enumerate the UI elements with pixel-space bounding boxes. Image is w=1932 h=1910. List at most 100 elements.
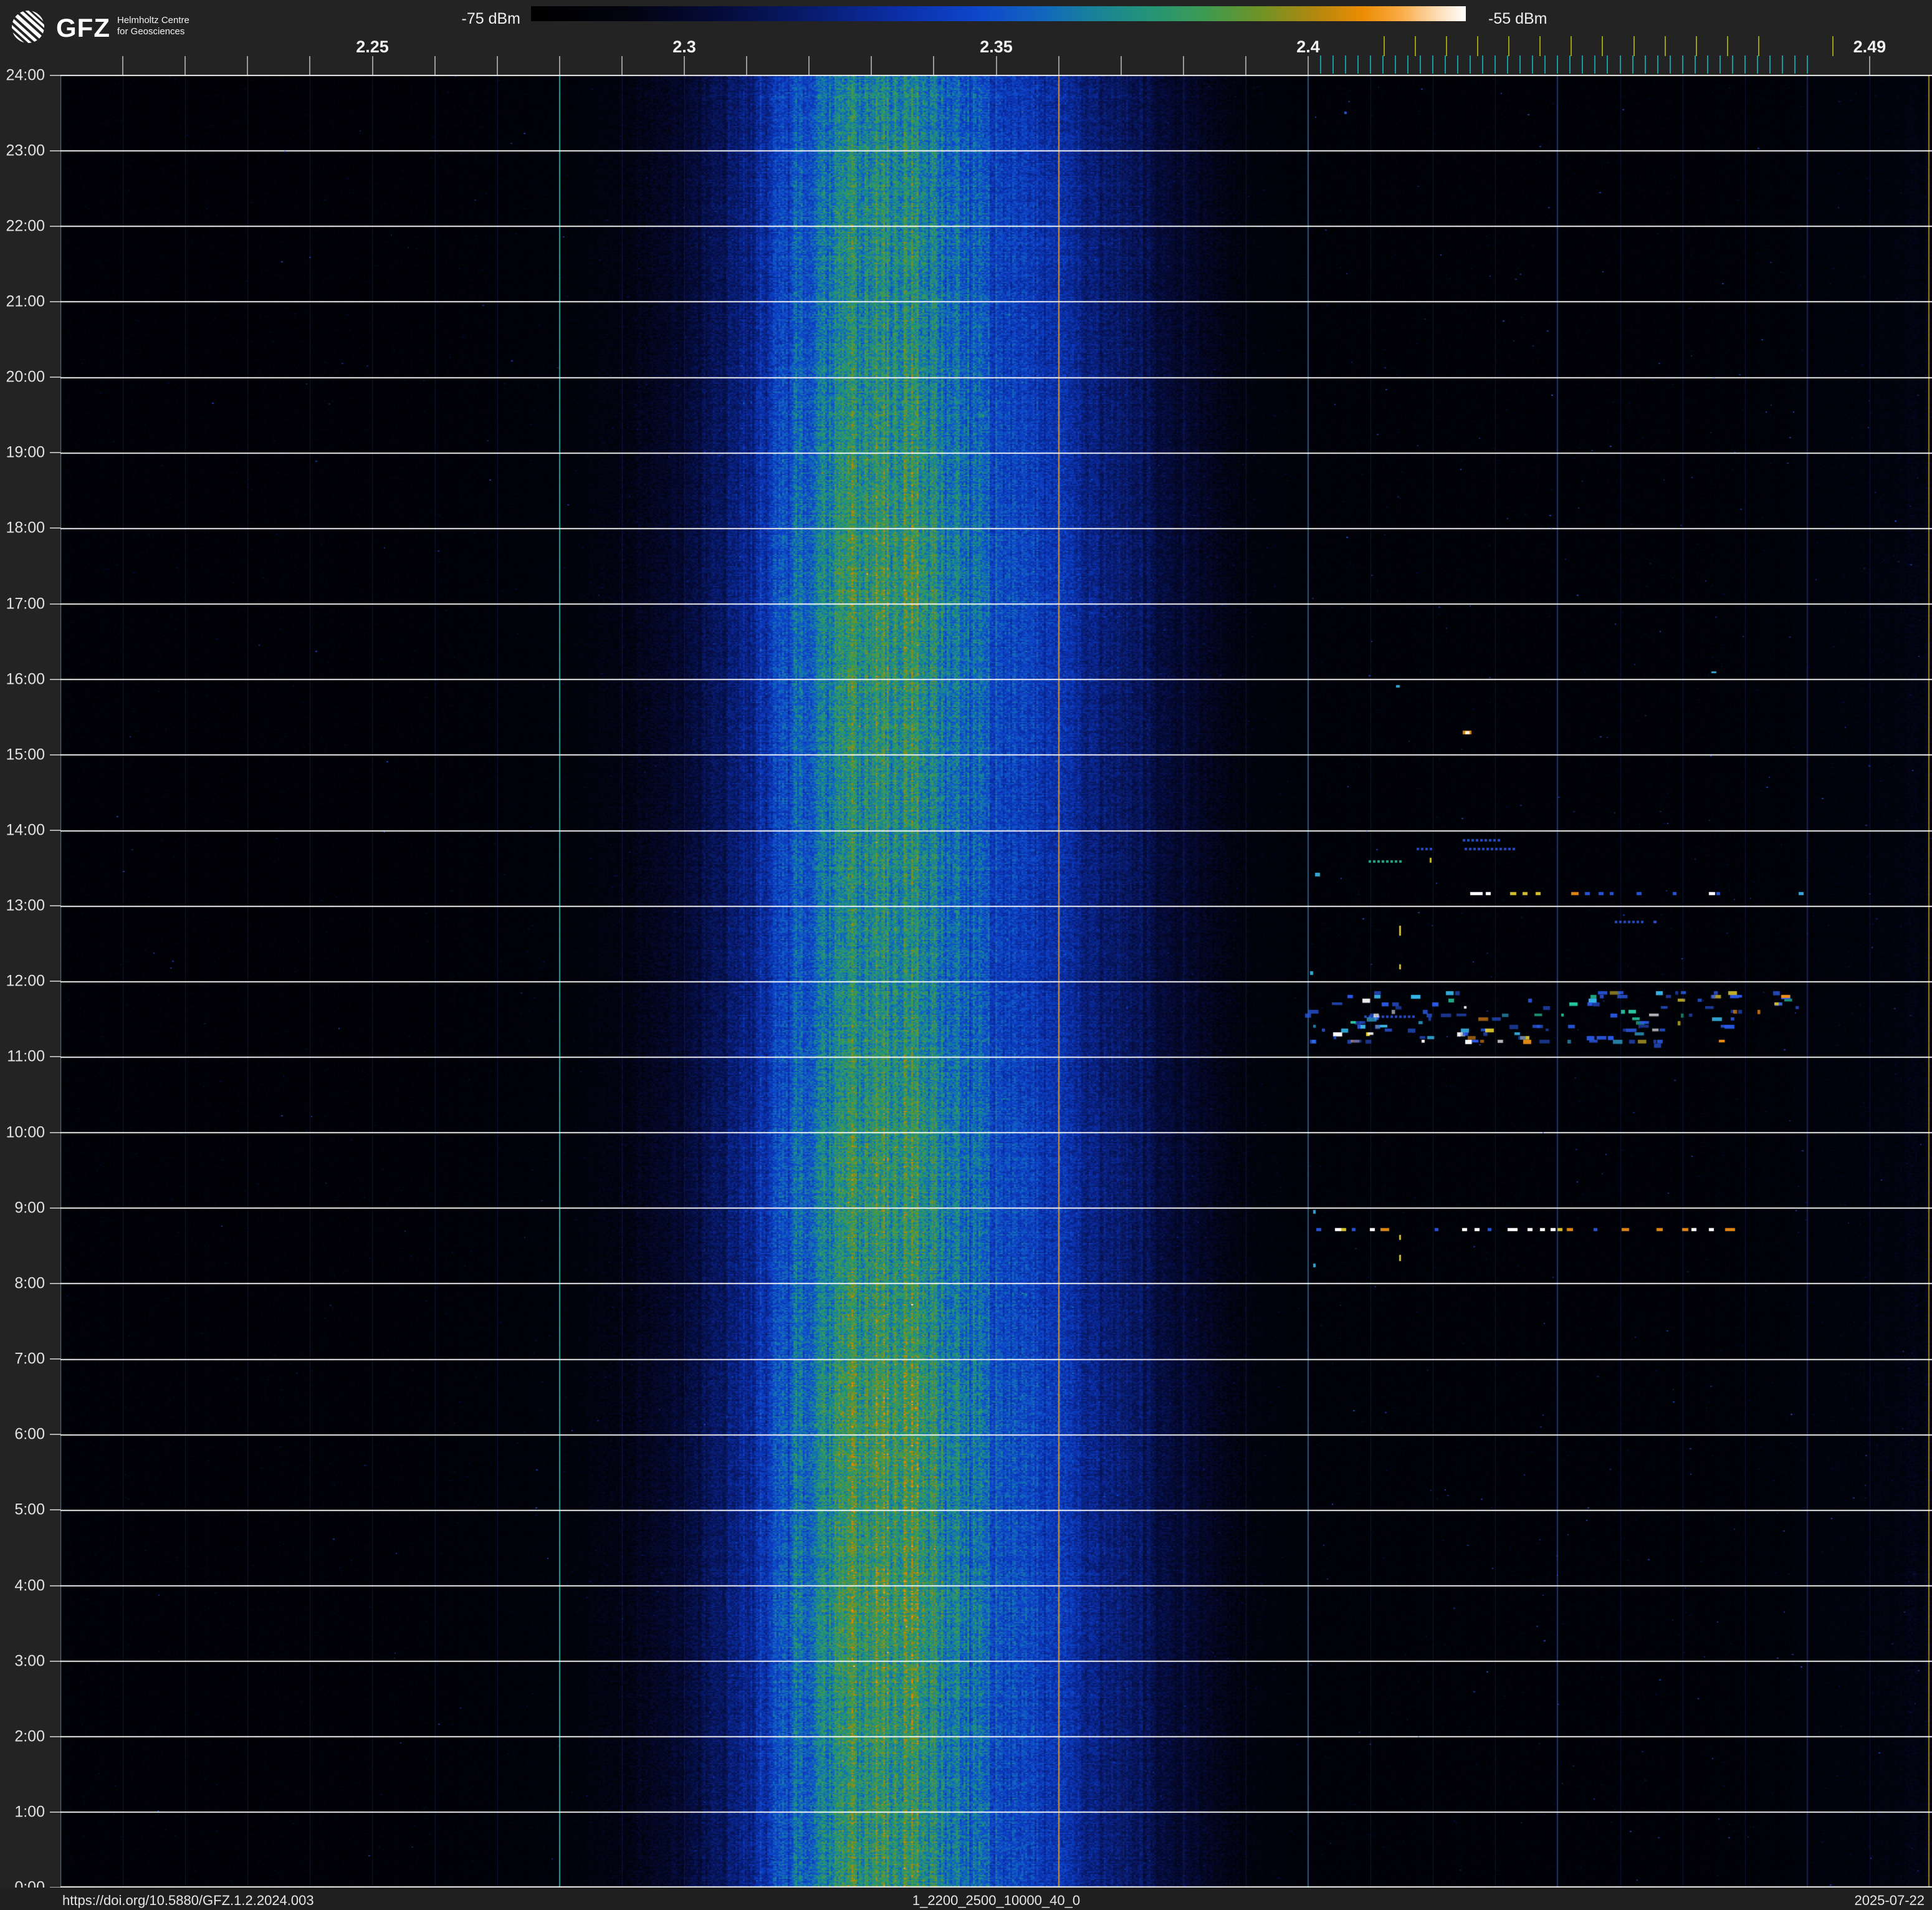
channel-tick-cyan [1557, 55, 1559, 74]
freq-minor-tick [434, 56, 436, 75]
time-tick [50, 905, 60, 907]
channel-tick-cyan [1382, 55, 1384, 74]
channel-tick-yellow [1726, 36, 1728, 56]
time-tick-label: 13:00 [6, 896, 45, 914]
time-tick [50, 1056, 60, 1058]
time-tick [50, 150, 60, 151]
freq-minor-tick [808, 56, 810, 75]
freq-minor-tick [184, 56, 186, 75]
channel-tick-cyan [1794, 55, 1796, 74]
channel-tick-cyan [1482, 55, 1484, 74]
freq-tick-label: 2.25 [356, 37, 389, 56]
channel-tick-cyan [1681, 55, 1683, 74]
freq-minor-tick [1868, 56, 1870, 75]
time-tick [50, 1282, 60, 1284]
time-tick-label: 14:00 [6, 821, 45, 839]
channel-tick-cyan [1569, 55, 1571, 74]
time-tick [50, 754, 60, 756]
time-tick-label: 22:00 [6, 217, 45, 235]
freq-minor-tick [247, 56, 249, 75]
channel-tick-yellow [1664, 36, 1666, 56]
channel-tick-cyan [1806, 55, 1808, 74]
channel-tick-cyan [1619, 55, 1621, 74]
time-tick-label: 6:00 [14, 1425, 45, 1443]
channel-tick-cyan [1756, 55, 1758, 74]
time-tick [50, 74, 60, 76]
channel-tick-yellow [1384, 36, 1385, 56]
time-tick [50, 1735, 60, 1737]
time-tick-label: 20:00 [6, 368, 45, 386]
time-tick-label: 2:00 [14, 1727, 45, 1745]
time-tick-label: 7:00 [14, 1350, 45, 1368]
channel-tick-cyan [1719, 55, 1721, 74]
channel-tick-cyan [1357, 55, 1359, 74]
channel-tick-cyan [1494, 55, 1496, 74]
channel-tick-cyan [1332, 55, 1334, 74]
time-tick-label: 3:00 [14, 1652, 45, 1670]
gfz-subtitle: Helmholtz Centre for Geosciences [117, 15, 189, 37]
channel-tick-cyan [1345, 55, 1347, 74]
freq-tick-label: 2.35 [980, 37, 1013, 56]
channel-tick-cyan [1507, 55, 1509, 74]
channel-tick-cyan [1470, 55, 1471, 74]
freq-minor-tick [621, 56, 623, 75]
time-tick [50, 225, 60, 227]
time-tick-label: 1:00 [14, 1803, 45, 1821]
channel-tick-cyan [1445, 55, 1447, 74]
time-tick-label: 24:00 [6, 66, 45, 84]
time-tick [50, 300, 60, 302]
time-tick-label: 18:00 [6, 519, 45, 537]
channel-tick-yellow [1508, 36, 1510, 56]
channel-tick-cyan [1632, 55, 1633, 74]
footer: https://doi.org/10.5880/GFZ.1.2.2024.003… [0, 1888, 1932, 1910]
freq-minor-tick [871, 56, 873, 75]
time-tick [50, 452, 60, 454]
spectrogram-page: { "header": { "logo": { "brand": "GFZ", … [0, 0, 1932, 1910]
time-tick-label: 19:00 [6, 443, 45, 461]
gfz-logo: GFZ Helmholtz Centre for Geosciences [9, 7, 208, 45]
channel-tick-cyan [1744, 55, 1746, 74]
time-tick [50, 377, 60, 378]
spectrogram-plot [60, 75, 1932, 1888]
time-tick-label: 8:00 [14, 1274, 45, 1292]
channel-tick-cyan [1395, 55, 1397, 74]
time-tick-label: 12:00 [6, 972, 45, 990]
time-tick [50, 1660, 60, 1662]
channel-tick-cyan [1407, 55, 1409, 74]
time-tick [50, 1585, 60, 1586]
gfz-brand-text: GFZ [56, 13, 110, 42]
date-label: 2025-07-22 [1854, 1893, 1925, 1908]
channel-tick-yellow [1446, 36, 1448, 56]
channel-tick-cyan [1694, 55, 1696, 74]
time-tick-label: 11:00 [7, 1047, 45, 1065]
channel-tick-cyan [1544, 55, 1546, 74]
gfz-globe-icon [12, 11, 44, 43]
time-tick-label: 23:00 [6, 142, 45, 160]
channel-tick-cyan [1781, 55, 1783, 74]
channel-tick-yellow [1477, 36, 1479, 56]
freq-minor-tick [995, 56, 997, 75]
channel-tick-cyan [1657, 55, 1658, 74]
channel-tick-yellow [1757, 36, 1759, 56]
header: GFZ Helmholtz Centre for Geosciences -75… [0, 0, 1932, 75]
channel-tick-yellow [1539, 36, 1541, 56]
channel-tick-cyan [1519, 55, 1521, 74]
time-tick [50, 830, 60, 831]
freq-minor-tick [746, 56, 748, 75]
freq-minor-tick [684, 56, 685, 75]
time-tick [50, 527, 60, 529]
channel-tick-cyan [1607, 55, 1609, 74]
freq-minor-tick [1058, 56, 1059, 75]
channel-tick-cyan [1320, 55, 1322, 74]
freq-minor-tick [371, 56, 373, 75]
channel-tick-cyan [1420, 55, 1422, 74]
time-tick [50, 1131, 60, 1133]
freq-minor-tick [933, 56, 935, 75]
freq-minor-tick [1120, 56, 1122, 75]
dataset-id-label: 1_2200_2500_10000_40_0 [912, 1893, 1081, 1908]
freq-minor-tick [1182, 56, 1184, 75]
gfz-subtitle-line2: for Geosciences [117, 26, 185, 37]
time-tick-label: 5:00 [14, 1500, 45, 1519]
channel-tick-cyan [1582, 55, 1584, 74]
colorbar-min-label: -75 dBm [461, 10, 520, 27]
